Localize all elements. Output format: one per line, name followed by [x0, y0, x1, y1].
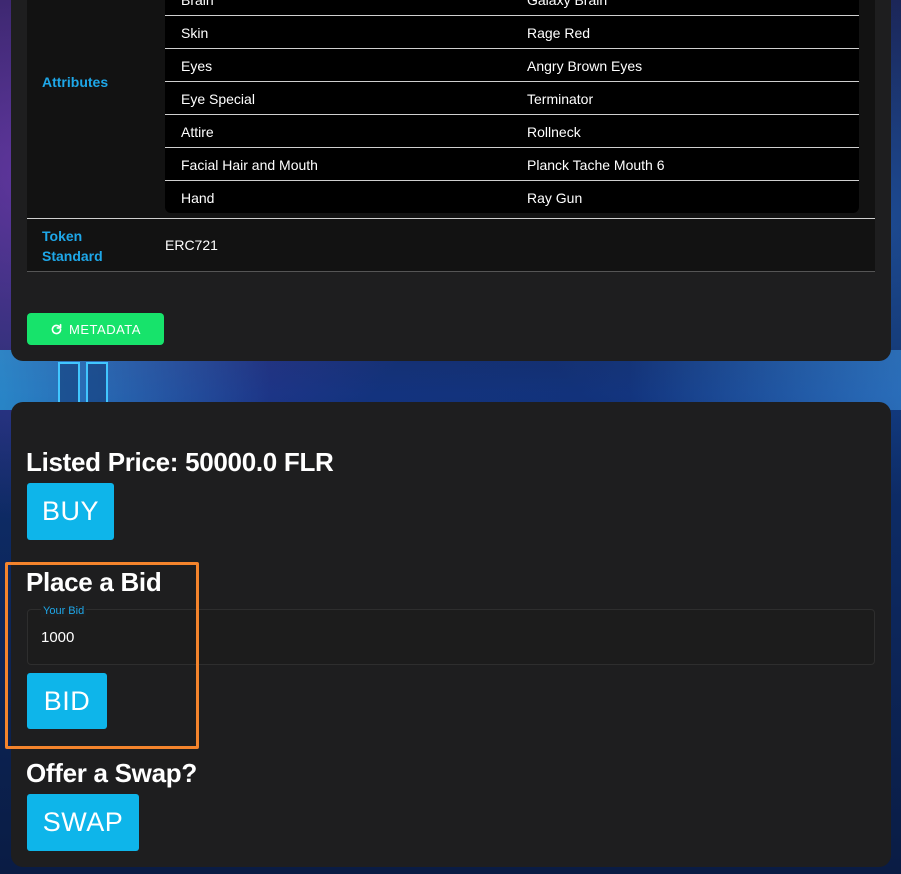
divider — [27, 218, 875, 219]
attribute-key: Brain — [181, 0, 214, 8]
bid-amount-field[interactable]: Your Bid 1000 — [27, 605, 875, 665]
token-standard-label: Token Standard — [42, 226, 103, 266]
swap-button[interactable]: SWAP — [27, 794, 139, 851]
trade-card: Listed Price: 50000.0 FLR BUY Place a Bi… — [11, 402, 891, 867]
token-standard-label-line: Token — [42, 228, 83, 244]
table-row: Skin Rage Red — [165, 16, 859, 49]
bid-button[interactable]: BID — [27, 673, 107, 729]
attribute-key: Skin — [181, 25, 209, 41]
background-window — [86, 362, 108, 406]
table-row: Eye Special Terminator — [165, 82, 859, 115]
attribute-value: Planck Tache Mouth 6 — [527, 157, 665, 173]
table-row: Eyes Angry Brown Eyes — [165, 49, 859, 82]
table-row: Attire Rollneck — [165, 115, 859, 148]
listed-price-heading: Listed Price: 50000.0 FLR — [26, 447, 334, 477]
place-bid-heading: Place a Bid — [26, 567, 162, 597]
metadata-button[interactable]: METADATA — [27, 313, 164, 345]
attributes-label: Attributes — [42, 74, 109, 90]
buy-button[interactable]: BUY — [27, 483, 114, 540]
attribute-value: Rollneck — [527, 124, 581, 140]
metadata-button-label: METADATA — [69, 321, 141, 337]
table-row: Hand Ray Gun — [165, 181, 859, 213]
attribute-key: Facial Hair and Mouth — [181, 157, 318, 173]
attribute-key: Attire — [181, 124, 214, 140]
attribute-key: Hand — [181, 190, 215, 206]
offer-swap-heading: Offer a Swap? — [26, 758, 197, 788]
properties-table: Attributes Brain Galaxy Brain Skin Rage … — [27, 0, 875, 272]
background-window — [58, 362, 80, 406]
bid-field-label: Your Bid — [41, 605, 87, 617]
attributes-table: Brain Galaxy Brain Skin Rage Red Eyes An… — [165, 0, 859, 213]
attribute-value: Terminator — [527, 91, 594, 107]
table-row: Brain Galaxy Brain — [165, 0, 859, 16]
bid-input[interactable]: 1000 — [41, 629, 74, 646]
table-row: Facial Hair and Mouth Planck Tache Mouth… — [165, 148, 859, 181]
properties-card: Attributes Brain Galaxy Brain Skin Rage … — [11, 0, 891, 361]
refresh-icon — [51, 323, 62, 334]
attribute-value: Ray Gun — [527, 190, 583, 206]
token-standard-value: ERC721 — [165, 237, 218, 253]
attribute-key: Eyes — [181, 58, 213, 74]
attribute-value: Rage Red — [527, 25, 591, 41]
token-standard-label-line: Standard — [42, 248, 103, 264]
attribute-value: Galaxy Brain — [527, 0, 608, 8]
attribute-key: Eye Special — [181, 91, 255, 107]
attribute-value: Angry Brown Eyes — [527, 58, 643, 74]
